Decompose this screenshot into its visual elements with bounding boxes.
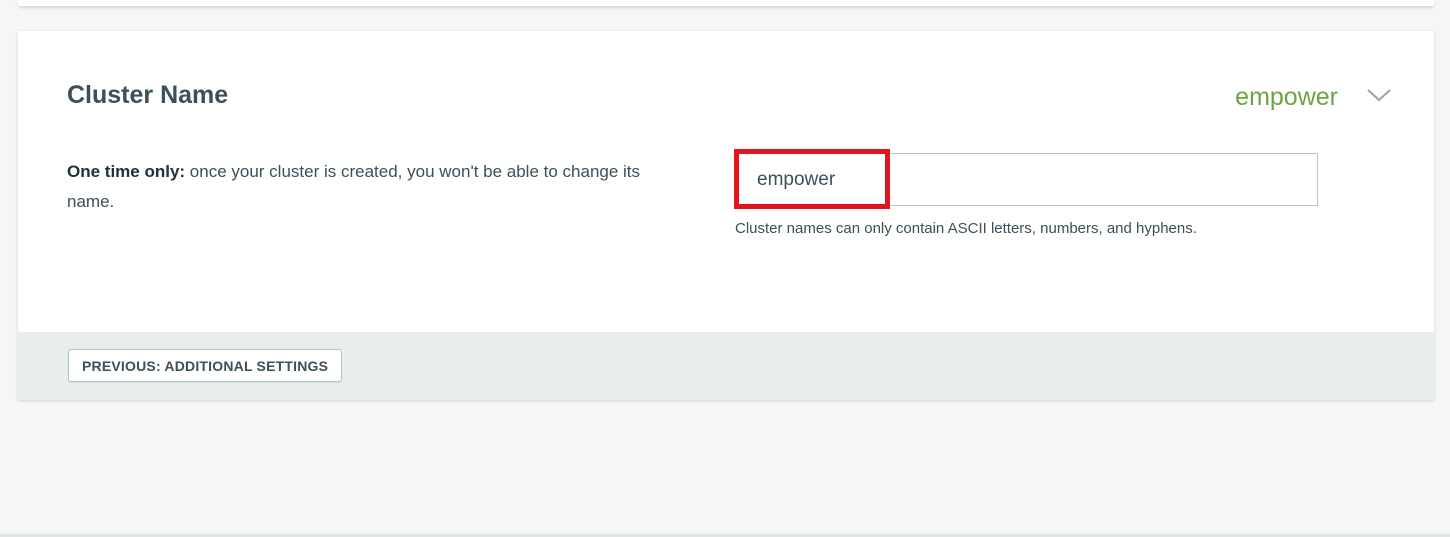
previous-additional-settings-button[interactable]: PREVIOUS: ADDITIONAL SETTINGS <box>68 349 343 382</box>
cluster-name-hint: Cluster names can only contain ASCII let… <box>735 220 1197 237</box>
chevron-down-icon[interactable] <box>1364 82 1394 106</box>
previous-section-card <box>18 0 1434 6</box>
cluster-name-section: Cluster Name empower One time only: once… <box>18 31 1434 400</box>
section-footer: PREVIOUS: ADDITIONAL SETTINGS <box>18 332 1434 400</box>
section-description: One time only: once your cluster is crea… <box>67 157 657 217</box>
cluster-name-field <box>734 153 1318 206</box>
cluster-name-input[interactable] <box>735 154 1317 205</box>
cluster-name-summary: empower <box>1235 83 1338 111</box>
section-title: Cluster Name <box>67 81 229 109</box>
description-emphasis: One time only: <box>67 162 186 181</box>
section-header[interactable]: Cluster Name empower <box>18 31 1434 151</box>
